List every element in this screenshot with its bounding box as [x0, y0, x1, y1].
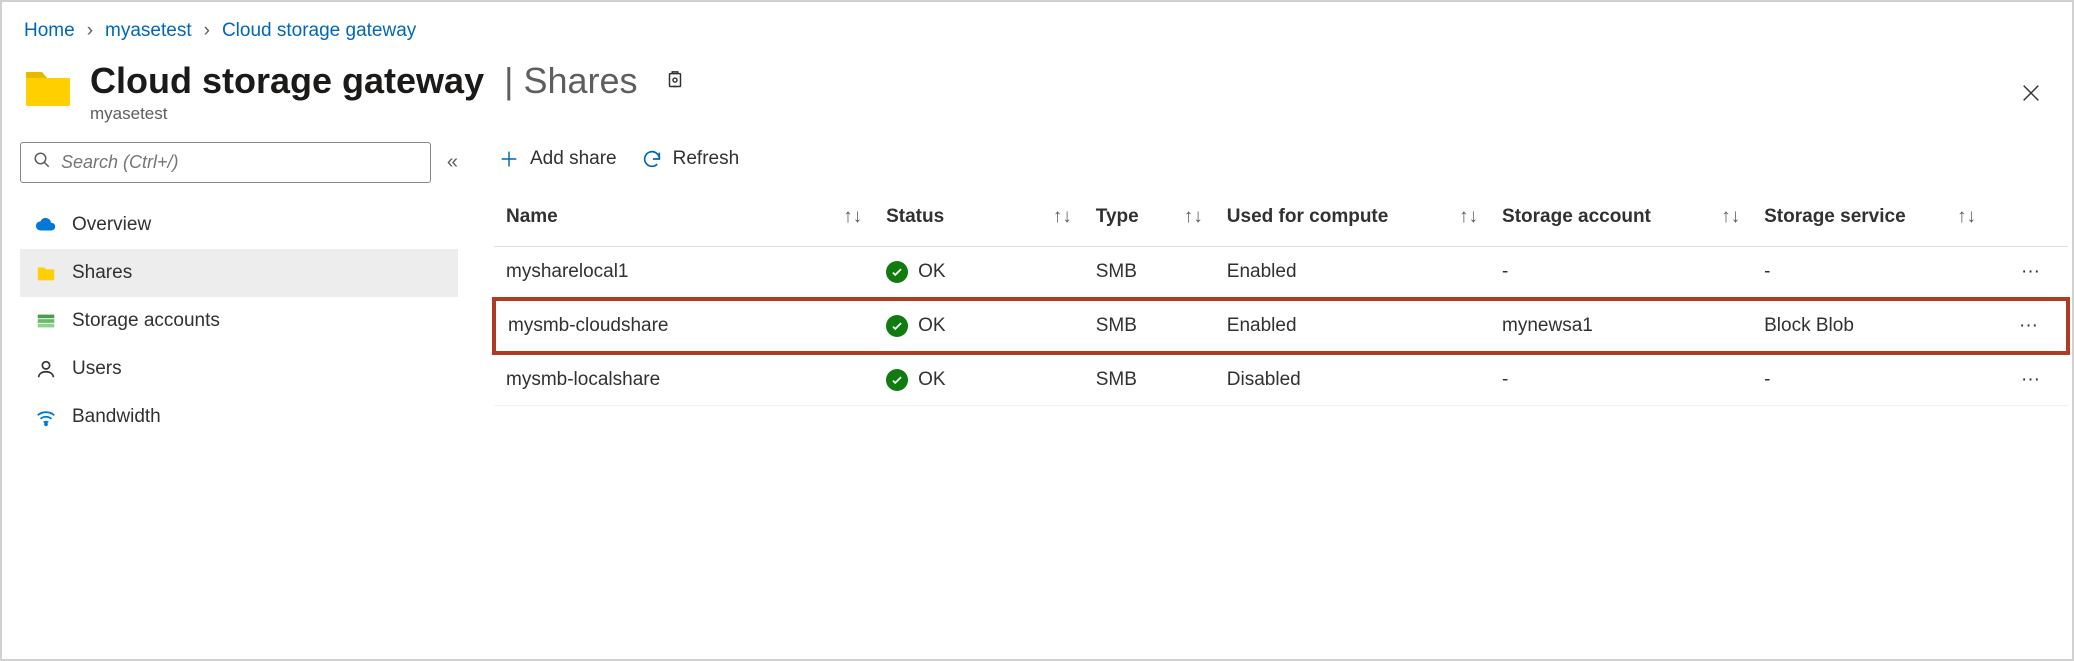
- add-share-button[interactable]: Add share: [498, 148, 617, 170]
- cell-name[interactable]: mysmb-cloudshare: [494, 299, 874, 353]
- page-header: Cloud storage gateway | Shares myasetest: [2, 50, 2072, 138]
- row-more-button[interactable]: ···: [1988, 353, 2068, 406]
- sidebar-item-label: Shares: [72, 262, 132, 284]
- sidebar-item-label: Overview: [72, 214, 151, 236]
- breadcrumb: Home › myasetest › Cloud storage gateway: [2, 2, 2072, 50]
- cell-name[interactable]: mysmb-localshare: [494, 353, 874, 406]
- folder-icon: [34, 261, 58, 285]
- ok-icon: [886, 315, 908, 337]
- col-header-type[interactable]: Type ↑↓: [1084, 190, 1215, 247]
- search-icon: [33, 151, 51, 174]
- sidebar-item-shares[interactable]: Shares: [20, 249, 458, 297]
- table-row[interactable]: mysmb-cloudshareOKSMBEnabledmynewsa1Bloc…: [494, 299, 2068, 353]
- folder-icon: [24, 66, 72, 106]
- cell-name[interactable]: mysharelocal1: [494, 247, 874, 300]
- cell-account: -: [1490, 353, 1752, 406]
- page-section: | Shares: [504, 60, 637, 102]
- row-more-button[interactable]: ···: [1988, 247, 2068, 300]
- shares-table: Name ↑↓ Status ↑↓ Type ↑↓ Used for compu…: [492, 190, 2070, 406]
- cell-status: OK: [874, 299, 1084, 353]
- chevron-right-icon: ›: [87, 20, 93, 42]
- refresh-icon: [641, 148, 663, 170]
- chevron-right-icon: ›: [204, 20, 210, 42]
- cell-status: OK: [874, 247, 1084, 300]
- cell-status: OK: [874, 353, 1084, 406]
- page-title: Cloud storage gateway: [90, 60, 484, 102]
- cell-type: SMB: [1084, 299, 1215, 353]
- search-box[interactable]: [20, 142, 431, 183]
- breadcrumb-resource[interactable]: myasetest: [105, 20, 192, 42]
- sidebar-item-bandwidth[interactable]: Bandwidth: [20, 393, 458, 441]
- cell-account: -: [1490, 247, 1752, 300]
- col-header-status[interactable]: Status ↑↓: [874, 190, 1084, 247]
- collapse-sidebar-button[interactable]: «: [447, 151, 458, 174]
- sort-icon[interactable]: ↑↓: [843, 206, 862, 228]
- storage-icon: [34, 309, 58, 333]
- cell-service: -: [1752, 247, 1988, 300]
- plus-icon: [498, 148, 520, 170]
- sidebar: « Overview Shares Storage accounts: [2, 138, 472, 441]
- cell-type: SMB: [1084, 247, 1215, 300]
- refresh-label: Refresh: [673, 148, 740, 170]
- refresh-button[interactable]: Refresh: [641, 148, 740, 170]
- page-subtitle: myasetest: [90, 104, 686, 124]
- sort-icon[interactable]: ↑↓: [1184, 206, 1203, 228]
- table-row[interactable]: mysmb-localshareOKSMBDisabled--···: [494, 353, 2068, 406]
- sidebar-item-storage-accounts[interactable]: Storage accounts: [20, 297, 458, 345]
- table-row[interactable]: mysharelocal1OKSMBEnabled--···: [494, 247, 2068, 300]
- sidebar-item-users[interactable]: Users: [20, 345, 458, 393]
- sort-icon[interactable]: ↑↓: [1459, 206, 1478, 228]
- breadcrumb-service[interactable]: Cloud storage gateway: [222, 20, 416, 42]
- cell-compute: Disabled: [1215, 353, 1490, 406]
- col-header-compute[interactable]: Used for compute ↑↓: [1215, 190, 1490, 247]
- pin-button[interactable]: [664, 70, 686, 92]
- ok-icon: [886, 369, 908, 391]
- wifi-icon: [34, 405, 58, 429]
- cell-account: mynewsa1: [1490, 299, 1752, 353]
- cell-service: -: [1752, 353, 1988, 406]
- toolbar: Add share Refresh: [492, 142, 2070, 190]
- cell-compute: Enabled: [1215, 247, 1490, 300]
- search-input[interactable]: [61, 152, 418, 173]
- sidebar-item-label: Storage accounts: [72, 310, 220, 332]
- content: Add share Refresh Name ↑↓ Status ↑: [472, 138, 2072, 441]
- ok-icon: [886, 261, 908, 283]
- user-icon: [34, 357, 58, 381]
- sort-icon[interactable]: ↑↓: [1957, 206, 1976, 228]
- col-header-name[interactable]: Name ↑↓: [494, 190, 874, 247]
- sort-icon[interactable]: ↑↓: [1053, 206, 1072, 228]
- cell-service: Block Blob: [1752, 299, 1988, 353]
- close-button[interactable]: [2020, 82, 2042, 109]
- cell-type: SMB: [1084, 353, 1215, 406]
- sort-icon[interactable]: ↑↓: [1721, 206, 1740, 228]
- sidebar-item-label: Users: [72, 358, 122, 380]
- col-header-account[interactable]: Storage account ↑↓: [1490, 190, 1752, 247]
- breadcrumb-home[interactable]: Home: [24, 20, 75, 42]
- cloud-icon: [34, 213, 58, 237]
- sidebar-item-label: Bandwidth: [72, 406, 161, 428]
- row-more-button[interactable]: ···: [1988, 299, 2068, 353]
- col-header-service[interactable]: Storage service ↑↓: [1752, 190, 1988, 247]
- add-share-label: Add share: [530, 148, 617, 170]
- sidebar-item-overview[interactable]: Overview: [20, 201, 458, 249]
- cell-compute: Enabled: [1215, 299, 1490, 353]
